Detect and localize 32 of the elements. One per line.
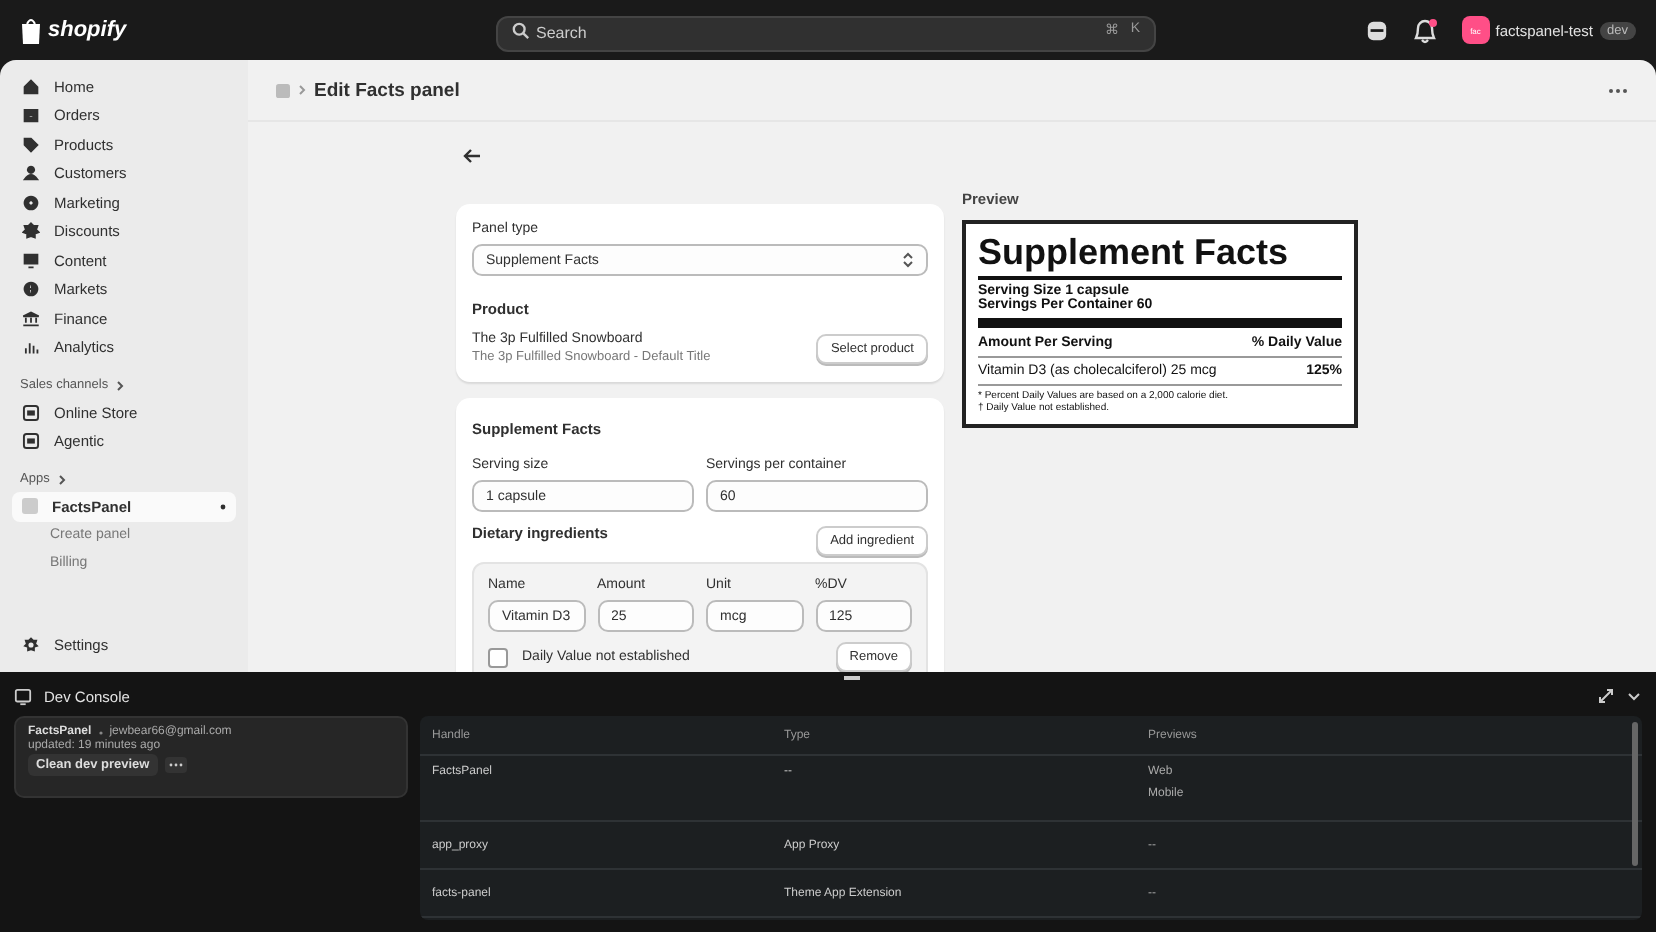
select-arrows-icon <box>902 252 914 268</box>
label-title: Supplement Facts <box>978 232 1291 272</box>
shopify-logo-text: shopify <box>48 18 127 42</box>
chevron-right-icon <box>116 379 125 391</box>
badge-icon <box>22 222 40 241</box>
bell-icon[interactable] <box>1411 17 1438 43</box>
bank-icon <box>22 309 40 328</box>
app-icon <box>276 83 290 97</box>
bar-chart-icon <box>22 338 40 357</box>
target-icon <box>22 193 40 212</box>
expand-icon[interactable] <box>1598 688 1614 704</box>
scrollbar[interactable] <box>1632 722 1638 866</box>
tag-icon <box>22 135 40 154</box>
more-icon[interactable] <box>1608 87 1628 93</box>
checkbox[interactable] <box>488 647 508 667</box>
page-title: Edit Facts panel <box>314 79 460 101</box>
house-icon <box>22 77 40 96</box>
monitor-icon <box>14 687 32 705</box>
person-icon <box>22 164 40 183</box>
pin-dot-icon <box>220 503 226 510</box>
shopping-bag-icon <box>20 17 42 43</box>
chevron-right-icon <box>298 84 306 96</box>
back-arrow-icon[interactable] <box>462 148 482 164</box>
more-icon[interactable] <box>163 756 188 774</box>
chevron-down-icon[interactable] <box>1626 688 1642 704</box>
app-icon <box>22 498 38 515</box>
separator-dot-icon <box>97 729 104 735</box>
search-icon <box>512 21 530 39</box>
chevron-right-icon <box>57 473 66 485</box>
gear-icon <box>22 636 40 655</box>
resize-handle[interactable] <box>844 676 860 679</box>
monitor-icon <box>22 251 40 270</box>
